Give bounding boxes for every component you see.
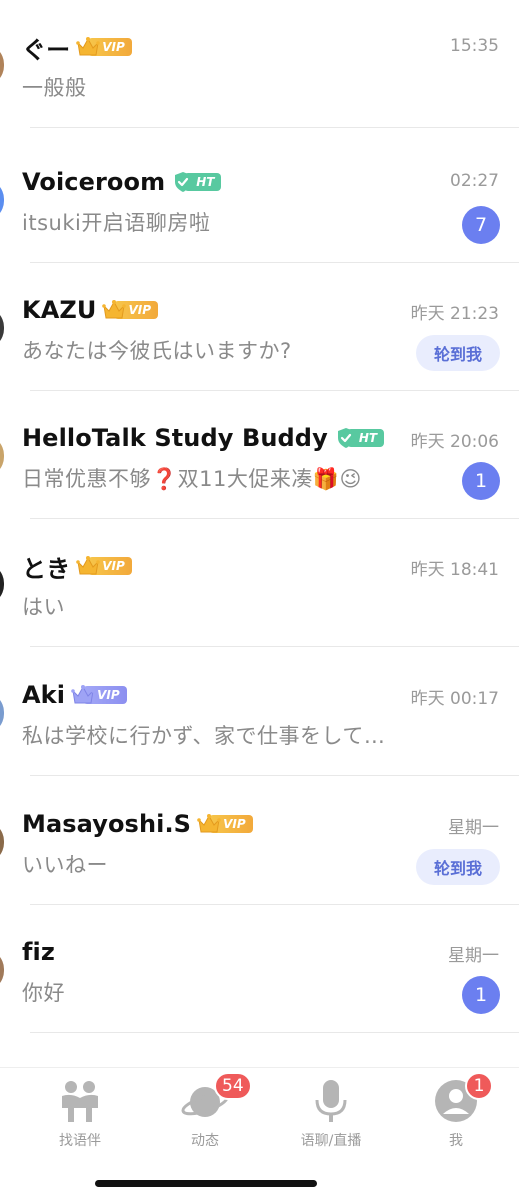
notification-badge: 1 — [465, 1072, 493, 1100]
divider — [30, 775, 519, 776]
crown-icon — [76, 556, 101, 575]
crown-icon — [197, 814, 221, 833]
contact-name: ぐー — [22, 35, 71, 64]
avatar[interactable] — [0, 179, 4, 221]
conversation-row[interactable]: KAZU VIP 昨天 21:23 あなたは今彼氏はいますか? 轮到我 — [0, 263, 519, 391]
message-preview: あなたは今彼氏はいますか? — [22, 339, 292, 363]
divider — [30, 1032, 519, 1033]
message-preview: 一般般 — [22, 76, 87, 100]
partners-icon — [56, 1078, 104, 1124]
tab-me[interactable]: 1 我 — [401, 1072, 511, 1158]
tab-label: 动态 — [191, 1133, 219, 1149]
avatar[interactable] — [0, 821, 4, 863]
message-time: 昨天 20:06 — [410, 432, 499, 452]
message-time: 15:35 — [450, 36, 499, 56]
conversation-row[interactable]: Masayoshi.S VIP 星期一 いいねー 轮到我 — [0, 777, 519, 905]
contact-name: fiz — [22, 938, 55, 966]
tab-voice-live[interactable]: 语聊/直播 — [276, 1078, 386, 1158]
vip-badge: VIP — [197, 813, 253, 835]
divider — [30, 127, 519, 128]
avatar[interactable] — [0, 692, 4, 734]
message-time: 昨天 00:17 — [410, 689, 499, 709]
contact-name: HelloTalk Study Buddy — [22, 424, 328, 452]
vip-badge: VIP — [76, 555, 132, 577]
verified-shield-icon — [175, 172, 192, 192]
verified-shield-icon — [337, 428, 354, 448]
contact-name: Masayoshi.S — [22, 810, 192, 838]
your-turn-pill[interactable]: 轮到我 — [416, 335, 500, 371]
avatar[interactable] — [0, 435, 4, 477]
your-turn-pill[interactable]: 轮到我 — [416, 849, 500, 885]
unread-count-badge: 1 — [462, 976, 500, 1014]
message-preview: itsuki开启语聊房啦 — [22, 211, 211, 235]
avatar[interactable] — [0, 949, 4, 991]
avatar[interactable] — [0, 307, 4, 349]
unread-count-badge: 7 — [462, 206, 500, 244]
home-indicator[interactable] — [95, 1180, 317, 1187]
crown-icon — [76, 37, 101, 56]
crown-icon — [71, 685, 95, 704]
contact-name: とき — [22, 554, 71, 583]
notification-badge: 54 — [214, 1072, 252, 1100]
message-preview: 你好 — [22, 981, 65, 1005]
contact-name: Aki — [22, 681, 66, 709]
tab-moments[interactable]: 54 动态 — [150, 1072, 260, 1158]
conversation-row[interactable]: fiz 星期一 你好 1 — [0, 905, 519, 1033]
message-time: 昨天 21:23 — [410, 304, 499, 324]
message-time: 昨天 18:41 — [410, 560, 499, 580]
vip-badge: VIP — [71, 684, 127, 706]
unread-count-badge: 1 — [462, 462, 500, 500]
avatar[interactable] — [0, 563, 4, 605]
conversation-row[interactable]: Aki VIP 昨天 00:17 私は学校に行かず、家で仕事をして… — [0, 648, 519, 776]
tab-label: 语聊/直播 — [300, 1133, 362, 1149]
message-preview: 日常优惠不够❓双11大促来凑🎁😉 — [22, 467, 362, 491]
crown-icon — [102, 300, 127, 319]
avatar[interactable] — [0, 44, 4, 86]
divider — [30, 646, 519, 647]
tab-label: 找语伴 — [59, 1133, 101, 1149]
tab-find-partners[interactable]: 找语伴 — [25, 1078, 135, 1158]
ht-badge: HT — [173, 171, 222, 193]
message-preview: 私は学校に行かず、家で仕事をして… — [22, 724, 386, 748]
vip-badge: VIP — [102, 299, 159, 321]
conversation-row[interactable]: とき VIP 昨天 18:41 はい — [0, 519, 519, 647]
conversation-row[interactable]: HelloTalk Study Buddy HT 昨天 20:06 日常优惠不够… — [0, 391, 519, 519]
message-time: 02:27 — [450, 171, 499, 191]
microphone-icon — [307, 1078, 355, 1124]
message-time: 星期一 — [448, 946, 499, 966]
ht-badge: HT — [336, 427, 385, 449]
tab-label: 我 — [449, 1133, 463, 1149]
vip-badge: VIP — [76, 36, 132, 58]
message-time: 星期一 — [448, 818, 499, 838]
contact-name: Voiceroom — [22, 168, 166, 196]
conversation-row[interactable]: Voiceroom HT 02:27 itsuki开启语聊房啦 7 — [0, 135, 519, 263]
contact-name: KAZU — [22, 296, 97, 324]
message-preview: いいねー — [22, 853, 108, 877]
message-preview: はい — [22, 595, 65, 619]
conversation-row[interactable]: ぐー VIP 15:35 一般般 — [0, 0, 519, 128]
